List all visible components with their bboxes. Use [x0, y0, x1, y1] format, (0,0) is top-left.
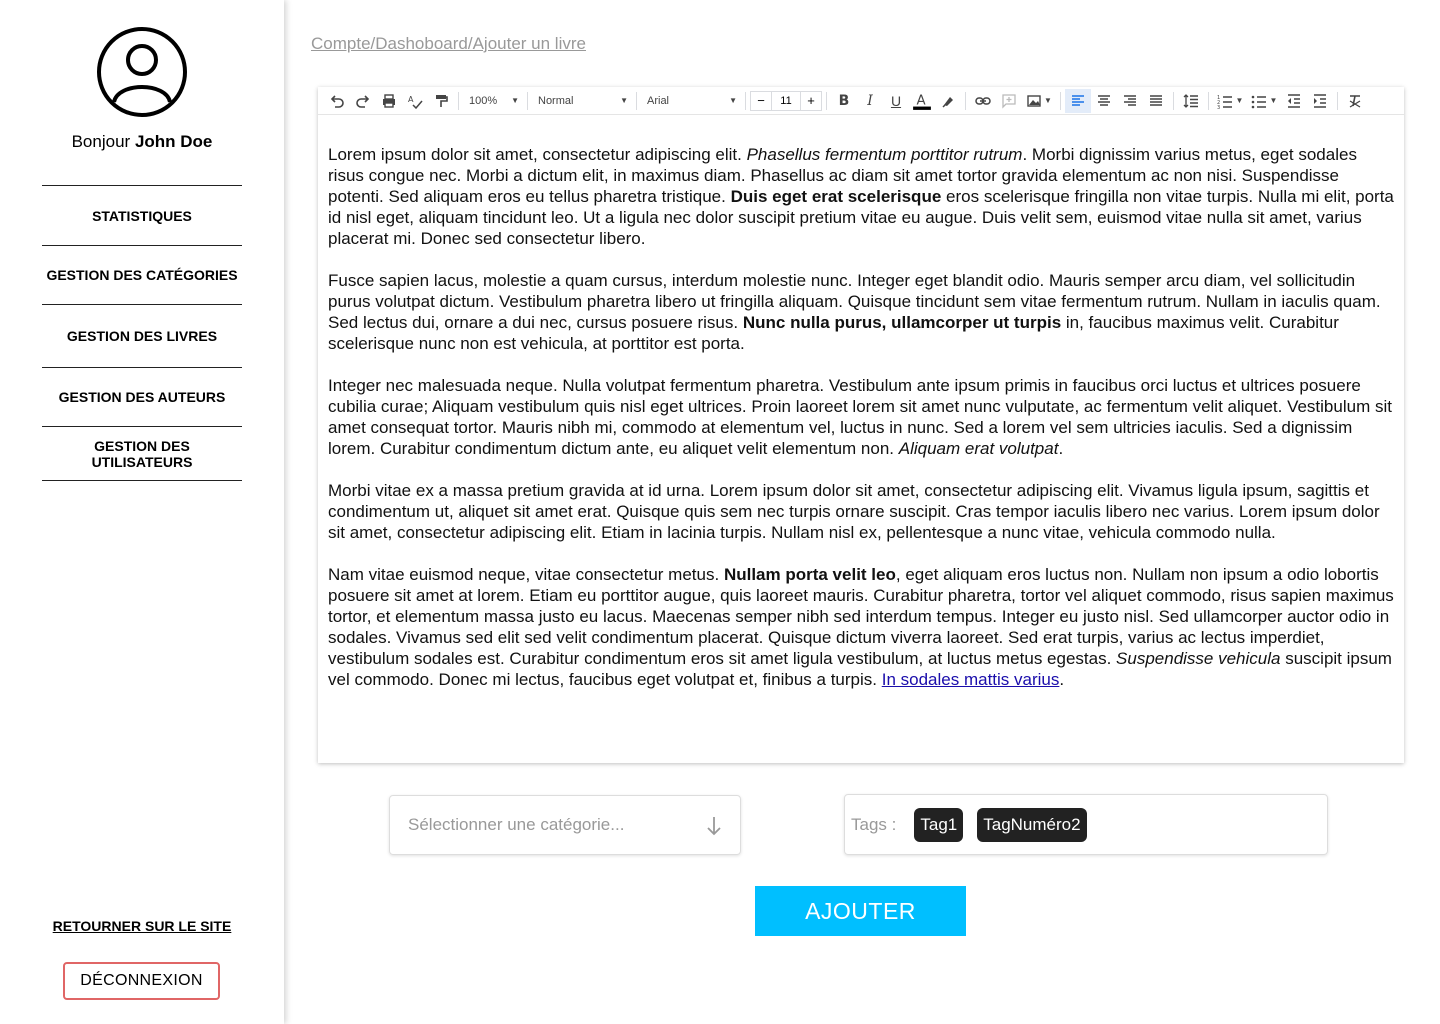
sidebar-nav: STATISTIQUES GESTION DES CATÉGORIES GEST… [42, 185, 242, 481]
paragraph-style-select[interactable]: Normal ▼ [532, 90, 632, 112]
text-run: Morbi vitae ex a massa pretium gravida a… [328, 481, 1380, 542]
font-value: Arial [647, 94, 670, 107]
align-center-icon[interactable] [1091, 89, 1117, 113]
increase-font-size-button[interactable]: + [801, 92, 821, 110]
arrow-down-icon [707, 817, 721, 836]
inline-link[interactable]: In sodales mattis varius [882, 670, 1060, 689]
nav-item-auteurs[interactable]: GESTION DES AUTEURS [42, 367, 242, 426]
paragraph: Morbi vitae ex a massa pretium gravida a… [328, 480, 1394, 543]
decrease-indent-icon[interactable] [1281, 89, 1307, 113]
toolbar-divider [1173, 91, 1174, 110]
category-placeholder: Sélectionner une catégorie... [408, 815, 625, 834]
toolbar-divider [745, 91, 746, 110]
nav-item-livres[interactable]: GESTION DES LIVRES [42, 304, 242, 367]
text-run-bold: Nunc nulla purus, ullamcorper ut turpis [742, 313, 1062, 332]
bold-icon[interactable]: B [831, 89, 857, 113]
clear-formatting-icon[interactable] [1342, 89, 1368, 113]
zoom-value: 100% [469, 94, 498, 107]
nav-label: GESTION DES AUTEURS [58, 389, 226, 405]
text-run-italic: Suspendisse vehicula [1116, 649, 1281, 668]
nav-label: GESTION DES LIVRES [66, 328, 218, 344]
text-run-italic: Phasellus fermentum porttitor rutrum [746, 145, 1023, 164]
align-right-icon[interactable] [1117, 89, 1143, 113]
back-to-site-link[interactable]: RETOURNER SUR LE SITE [0, 918, 284, 934]
nav-label: GESTION DES UTILISATEURS [91, 437, 193, 470]
nav-label: STATISTIQUES [92, 207, 192, 224]
toolbar-divider [1060, 91, 1061, 110]
text-color-icon[interactable]: A [909, 89, 935, 113]
toolbar-divider [965, 91, 966, 110]
bulleted-list-icon[interactable]: ▼ [1247, 89, 1281, 113]
tag-chip[interactable]: TagNuméro2 [977, 807, 1087, 842]
toolbar-divider [826, 91, 827, 110]
tags-label: Tags : [851, 814, 897, 834]
paragraph: Nam vitae euismod neque, vitae consectet… [328, 564, 1394, 690]
style-value: Normal [538, 94, 574, 107]
toolbar-divider [527, 91, 528, 110]
caret-down-icon: ▼ [511, 96, 519, 105]
breadcrumb[interactable]: Compte/Dashoboard/Ajouter un livre [311, 34, 586, 54]
category-select[interactable]: Sélectionner une catégorie... [389, 795, 741, 855]
increase-indent-icon[interactable] [1307, 89, 1333, 113]
text-run: . [1058, 439, 1064, 458]
redo-icon[interactable] [350, 89, 376, 113]
font-size-value[interactable]: 11 [771, 91, 801, 110]
align-left-icon[interactable] [1065, 88, 1091, 113]
greeting-prefix: Bonjour [71, 132, 131, 151]
text-run: Nam vitae euismod neque, vitae consectet… [328, 565, 724, 584]
text-run-bold: Duis eget erat scelerisque [730, 187, 942, 206]
tags-input[interactable]: Tags : Tag1 TagNuméro2 [844, 794, 1328, 855]
editor-content[interactable]: Lorem ipsum dolor sit amet, consectetur … [328, 144, 1394, 711]
svg-text:A: A [916, 93, 925, 108]
tag-chip[interactable]: Tag1 [914, 807, 964, 842]
toolbar-divider [458, 91, 459, 110]
toolbar-divider [1208, 91, 1209, 110]
zoom-select[interactable]: 100% ▼ [463, 90, 523, 112]
undo-icon[interactable] [324, 89, 350, 113]
text-run: Lorem ipsum dolor sit amet, consectetur … [328, 145, 747, 164]
text-run-italic: Aliquam erat volutpat [898, 439, 1059, 458]
caret-down-icon: ▼ [620, 96, 628, 105]
align-justify-icon[interactable] [1143, 89, 1169, 113]
text-run: . [1059, 670, 1065, 689]
paragraph: Integer nec malesuada neque. Nulla volut… [328, 375, 1394, 459]
nav-label: GESTION DES CATÉGORIES [46, 267, 238, 283]
user-avatar-icon [97, 27, 187, 117]
greeting: Bonjour John Doe [0, 132, 284, 152]
toolbar-divider [636, 91, 637, 110]
svg-text:A: A [408, 95, 414, 104]
font-size-control: − 11 + [750, 90, 822, 111]
comment-icon[interactable] [996, 89, 1022, 113]
text-run-bold: Nullam porta velit leo [723, 565, 896, 584]
link-icon[interactable] [970, 89, 996, 113]
line-spacing-icon[interactable] [1178, 89, 1204, 113]
underline-icon[interactable]: U [883, 89, 909, 113]
numbered-list-icon[interactable]: 1 2 3 ▼ [1213, 89, 1247, 113]
nav-item-categories[interactable]: GESTION DES CATÉGORIES [42, 245, 242, 304]
insert-image-icon[interactable]: ▼ [1022, 89, 1056, 113]
highlight-icon[interactable] [935, 89, 961, 113]
font-select[interactable]: Arial ▼ [641, 90, 741, 112]
paragraph: Fusce sapien lacus, molestie a quam curs… [328, 270, 1394, 354]
paint-format-icon[interactable] [428, 89, 454, 113]
text-run: Integer nec malesuada neque. Nulla volut… [328, 376, 1392, 458]
nav-item-utilisateurs[interactable]: GESTION DES UTILISATEURS [42, 426, 242, 481]
logout-button[interactable]: DÉCONNEXION [63, 962, 220, 1000]
sidebar: Bonjour John Doe STATISTIQUES GESTION DE… [0, 0, 284, 1024]
user-name: John Doe [134, 132, 213, 151]
editor-toolbar: A 100% ▼ Normal ▼ Arial ▼ − 11 + B I U A ▼ … [318, 87, 1404, 115]
toolbar-divider [1337, 91, 1338, 110]
decrease-font-size-button[interactable]: − [751, 92, 771, 110]
caret-down-icon: ▼ [729, 96, 737, 105]
paragraph: Lorem ipsum dolor sit amet, consectetur … [328, 144, 1394, 249]
spellcheck-icon[interactable]: A [402, 89, 428, 113]
rich-text-editor: A 100% ▼ Normal ▼ Arial ▼ − 11 + B I U A ▼ … [318, 87, 1404, 763]
italic-icon[interactable]: I [857, 89, 883, 113]
add-book-button[interactable]: AJOUTER [755, 886, 966, 936]
svg-text:3: 3 [1217, 105, 1220, 109]
print-icon[interactable] [376, 89, 402, 113]
nav-item-statistiques[interactable]: STATISTIQUES [42, 185, 242, 245]
